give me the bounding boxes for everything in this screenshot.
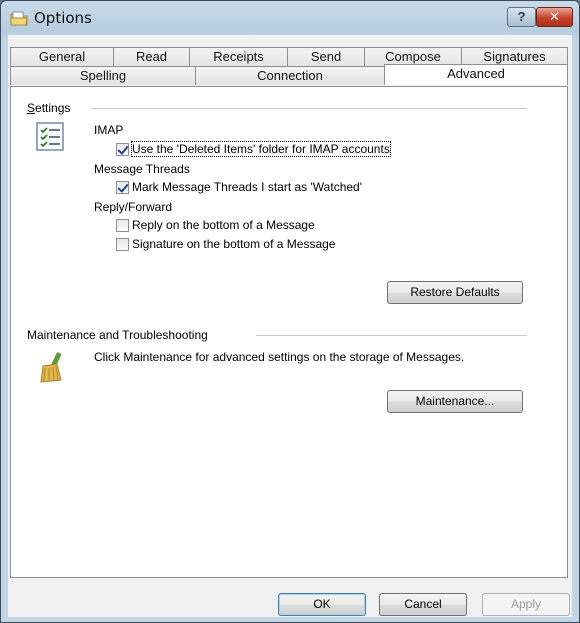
tab-label: Send [310, 49, 342, 64]
tab-label: Receipts [213, 49, 264, 64]
options-window: Options ? ✕ General Read Receipts Send C… [0, 0, 580, 623]
imap-label: IMAP [94, 123, 124, 137]
tab-label: Compose [385, 49, 441, 64]
tab-label: General [38, 49, 86, 64]
maintenance-divider [256, 335, 527, 336]
maintenance-description: Click Maintenance for advanced settings … [94, 350, 465, 364]
cancel-button[interactable]: Cancel [379, 593, 467, 616]
maintenance-button[interactable]: Maintenance... [387, 390, 523, 413]
imap-deleted-items-label[interactable]: Use the 'Deleted Items' folder for IMAP … [131, 141, 391, 157]
apply-button[interactable]: Apply [482, 593, 570, 616]
tab-advanced[interactable]: Advanced [384, 64, 568, 85]
tab-receipts[interactable]: Receipts [189, 47, 288, 66]
tab-row-bottom: Spelling Connection Advanced [8, 64, 568, 85]
tab-label: Read [135, 49, 168, 64]
tab-connection[interactable]: Connection [195, 66, 385, 85]
signature-bottom-checkbox[interactable] [116, 238, 129, 251]
advanced-tab-panel: Settings IMAP Use the 'Deleted Items' fo… [10, 86, 568, 578]
close-button[interactable]: ✕ [536, 7, 573, 27]
broom-icon [37, 350, 69, 387]
message-threads-label: Message Threads [94, 162, 190, 176]
tab-label: Connection [257, 68, 323, 83]
reply-forward-label: Reply/Forward [94, 200, 173, 214]
tab-general[interactable]: General [10, 47, 114, 66]
window-title: Options [34, 9, 92, 27]
watch-threads-label[interactable]: Mark Message Threads I start as 'Watched… [132, 180, 362, 194]
options-app-icon [10, 10, 28, 26]
help-icon: ? [517, 9, 526, 24]
settings-group-label: Settings [27, 101, 71, 115]
watch-threads-checkbox[interactable] [116, 181, 129, 194]
tab-spelling[interactable]: Spelling [10, 66, 196, 85]
close-icon: ✕ [549, 9, 560, 24]
tab-send[interactable]: Send [287, 47, 365, 66]
dialog-client-area: General Read Receipts Send Compose Signa… [8, 35, 572, 617]
tab-label: Advanced [447, 66, 505, 81]
tab-read[interactable]: Read [113, 47, 190, 66]
reply-bottom-checkbox[interactable] [116, 219, 129, 232]
reply-bottom-label[interactable]: Reply on the bottom of a Message [132, 218, 315, 232]
tab-label: Spelling [79, 68, 127, 83]
settings-divider [91, 108, 527, 109]
ok-button[interactable]: OK [278, 593, 366, 616]
title-bar[interactable]: Options ? ✕ [1, 1, 579, 35]
signature-bottom-label[interactable]: Signature on the bottom of a Message [132, 237, 335, 251]
checklist-icon [36, 122, 66, 155]
imap-deleted-items-checkbox[interactable] [116, 143, 129, 156]
tab-label: Signatures [483, 49, 546, 64]
restore-defaults-button[interactable]: Restore Defaults [387, 281, 523, 304]
maintenance-group-label: Maintenance and Troubleshooting [27, 328, 208, 342]
help-button[interactable]: ? [507, 7, 536, 27]
